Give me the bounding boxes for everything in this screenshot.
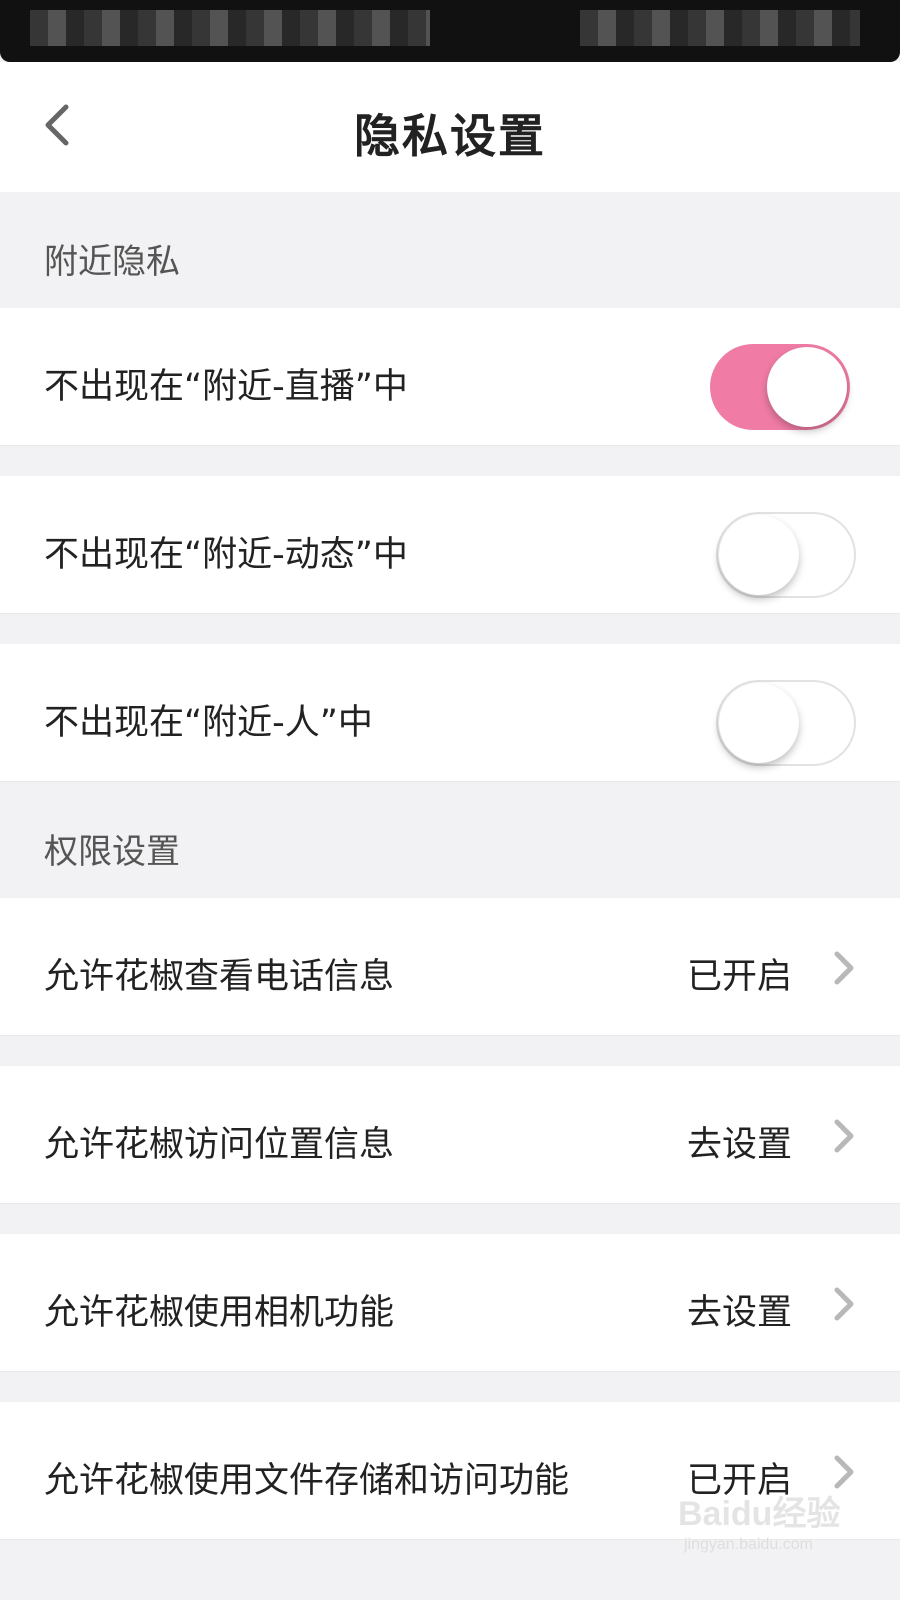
toggle-switch-off[interactable] — [716, 512, 856, 598]
baidu-jingyan-watermark: Baidu经验 jingyan.baidu.com — [678, 1482, 848, 1572]
setting-row-hide-nearby-people: 不出现在“附近-人”中 — [0, 644, 900, 782]
chevron-right-icon[interactable] — [826, 950, 862, 986]
setting-label: 不出现在“附近-直播”中 — [44, 367, 408, 407]
setting-row-hide-nearby-moments: 不出现在“附近-动态”中 — [0, 476, 900, 614]
permission-status: 去设置 — [686, 1125, 792, 1165]
blurred-status-right — [580, 10, 860, 46]
permission-label: 允许花椒使用文件存储和访问功能 — [44, 1461, 570, 1501]
permission-status: 已开启 — [686, 957, 792, 997]
setting-row-hide-nearby-live: 不出现在“附近-直播”中 — [0, 308, 900, 446]
toggle-switch-on[interactable] — [710, 344, 850, 430]
toggle-switch-off[interactable] — [716, 680, 856, 766]
watermark-url: jingyan.baidu.com — [684, 1536, 813, 1553]
watermark-text: Baidu经验 — [678, 1495, 841, 1533]
setting-label: 不出现在“附近-人”中 — [44, 703, 373, 743]
permission-status: 去设置 — [686, 1293, 792, 1333]
permission-label: 允许花椒访问位置信息 — [44, 1125, 395, 1165]
permission-row-location[interactable]: 允许花椒访问位置信息 去设置 — [0, 1066, 900, 1204]
status-bar — [0, 0, 900, 62]
toggle-knob — [719, 683, 799, 763]
section-title: 附近隐私 — [44, 242, 180, 282]
permission-label: 允许花椒查看电话信息 — [44, 957, 395, 997]
blurred-status-left — [30, 10, 430, 46]
chevron-right-icon[interactable] — [826, 1286, 862, 1322]
page-title: 隐私设置 — [354, 109, 546, 163]
navigation-bar: 隐私设置 — [0, 62, 900, 192]
toggle-knob — [719, 515, 799, 595]
permission-row-camera[interactable]: 允许花椒使用相机功能 去设置 — [0, 1234, 900, 1372]
section-header-permissions: 权限设置 — [0, 782, 900, 898]
toggle-knob — [767, 347, 847, 427]
section-header-nearby-privacy: 附近隐私 — [0, 192, 900, 308]
chevron-right-icon[interactable] — [826, 1118, 862, 1154]
section-title: 权限设置 — [44, 832, 180, 872]
setting-label: 不出现在“附近-动态”中 — [44, 535, 408, 575]
permission-label: 允许花椒使用相机功能 — [44, 1293, 395, 1333]
permission-row-phone[interactable]: 允许花椒查看电话信息 已开启 — [0, 898, 900, 1036]
